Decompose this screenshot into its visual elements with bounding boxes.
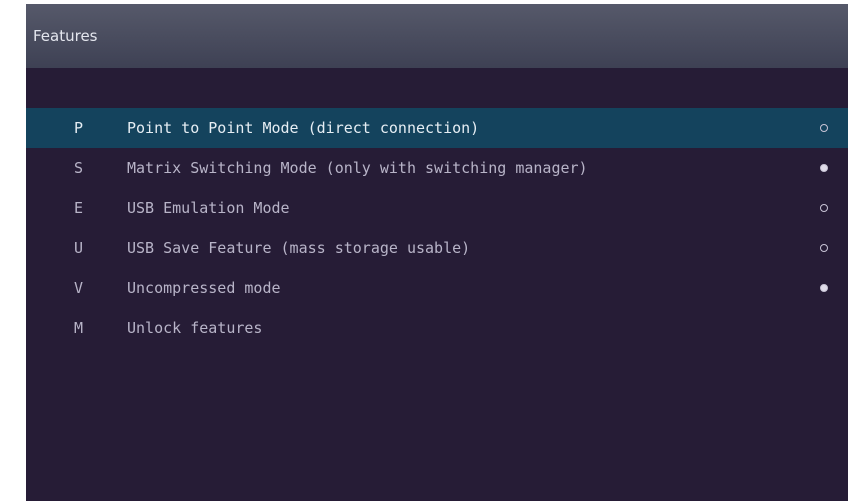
menu-item-key: S — [74, 159, 84, 177]
radio-empty-icon[interactable] — [820, 124, 828, 132]
menu-item-label: Unlock features — [127, 319, 263, 337]
radio-empty-icon[interactable] — [820, 244, 828, 252]
menu-item-label: USB Save Feature (mass storage usable) — [127, 239, 471, 257]
menu-item-label: USB Emulation Mode — [127, 199, 290, 217]
window-title: Features — [33, 27, 98, 45]
radio-filled-icon[interactable] — [820, 284, 828, 292]
title-bar: Features — [26, 4, 848, 68]
menu-item-uncompressed[interactable]: V Uncompressed mode — [26, 268, 848, 308]
menu-item-point-to-point[interactable]: P Point to Point Mode (direct connection… — [26, 108, 848, 148]
menu-item-unlock-features[interactable]: M Unlock features — [26, 308, 848, 348]
menu-item-label: Uncompressed mode — [127, 279, 281, 297]
features-menu: P Point to Point Mode (direct connection… — [26, 108, 848, 348]
menu-item-key: U — [74, 239, 84, 257]
menu-item-label: Matrix Switching Mode (only with switchi… — [127, 159, 588, 177]
menu-item-key: P — [74, 119, 84, 137]
features-window: Features P Point to Point Mode (direct c… — [26, 4, 848, 501]
menu-item-usb-save[interactable]: U USB Save Feature (mass storage usable) — [26, 228, 848, 268]
menu-item-key: E — [74, 199, 84, 217]
menu-item-key: M — [74, 319, 84, 337]
menu-item-label: Point to Point Mode (direct connection) — [127, 119, 480, 137]
menu-item-usb-emulation[interactable]: E USB Emulation Mode — [26, 188, 848, 228]
radio-filled-icon[interactable] — [820, 164, 828, 172]
menu-item-key: V — [74, 279, 84, 297]
radio-empty-icon[interactable] — [820, 204, 828, 212]
menu-item-matrix-switching[interactable]: S Matrix Switching Mode (only with switc… — [26, 148, 848, 188]
